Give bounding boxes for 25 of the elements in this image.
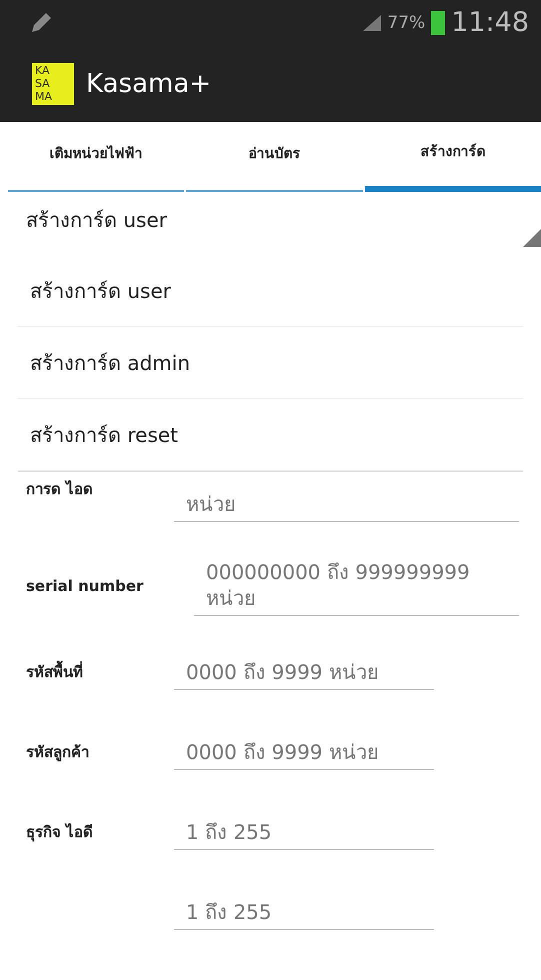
input-field[interactable]: หน่วย <box>174 487 519 522</box>
battery-icon <box>431 10 446 34</box>
app-logo: KA SA MA <box>32 62 74 104</box>
card-type-dropdown[interactable]: สร้างการ์ด user <box>0 192 541 255</box>
app-title: Kasama+ <box>86 68 212 98</box>
input-field[interactable]: 1 ถึง 255 <box>174 814 434 850</box>
dropdown-triangle-icon <box>523 229 541 247</box>
dropdown-option[interactable]: สร้างการ์ด user <box>18 255 523 327</box>
field-label: ธุรกิจ ไอดี <box>26 822 94 844</box>
input-field[interactable]: 000000000 ถึง 999999999 หน่วย <box>194 555 519 616</box>
input-field[interactable]: 1 ถึง 255 <box>174 894 434 930</box>
input-field[interactable]: 0000 ถึง 9999 หน่วย <box>174 734 434 770</box>
dropdown-option[interactable]: สร้างการ์ด admin <box>18 327 523 399</box>
field-label: serial number <box>26 576 144 594</box>
field-label: รหัสพื้นที่ <box>26 660 166 684</box>
input-field[interactable]: 0000 ถึง 9999 หน่วย <box>174 654 434 690</box>
clock-time: 11:48 <box>451 7 529 38</box>
tab[interactable]: สร้างการ์ด <box>364 122 541 192</box>
tab[interactable]: อ่านบัตร <box>186 122 363 192</box>
tab[interactable]: เติมหน่วยไฟฟ้า <box>8 122 184 192</box>
field-label: การด ไอด <box>26 479 94 500</box>
dropdown-option[interactable]: สร้างการ์ด reset <box>18 399 523 471</box>
signal-icon <box>363 14 382 30</box>
field-label: รหัสลูกค้า <box>26 742 90 764</box>
battery-percent: 77% <box>387 12 426 32</box>
